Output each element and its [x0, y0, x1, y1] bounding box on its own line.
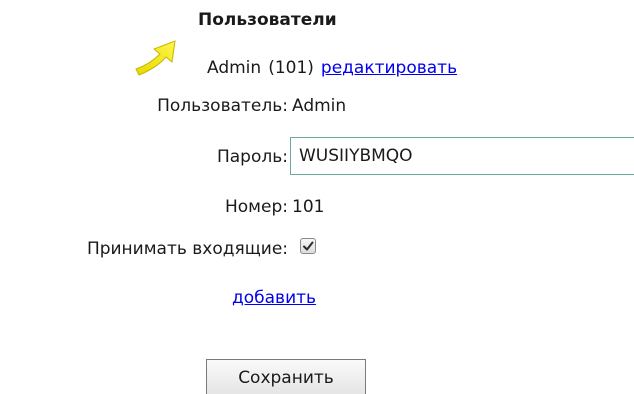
edit-user-link[interactable]: редактировать — [321, 58, 457, 78]
number-value: 101 — [292, 197, 325, 217]
password-field[interactable] — [290, 137, 634, 175]
save-button[interactable]: Сохранить — [206, 359, 366, 394]
user-entry-name: Admin — [207, 58, 262, 78]
password-label: Пароль: — [216, 147, 288, 167]
incoming-checkbox[interactable] — [300, 238, 316, 254]
add-link[interactable]: добавить — [232, 287, 316, 309]
arrow-icon — [135, 40, 176, 76]
username-value: Admin — [292, 96, 347, 116]
checkmark-icon — [303, 241, 314, 251]
number-label: Номер: — [225, 197, 288, 217]
user-entry-number: (101) — [268, 58, 314, 78]
users-page: Пользователи Admin (101) редактировать Пол… — [0, 0, 634, 394]
username-label: Пользователь: — [157, 96, 288, 116]
section-title: Пользователи — [198, 10, 337, 30]
user-entry: Admin (101) редактировать — [207, 57, 457, 79]
incoming-label: Принимать входящие: — [86, 239, 288, 259]
